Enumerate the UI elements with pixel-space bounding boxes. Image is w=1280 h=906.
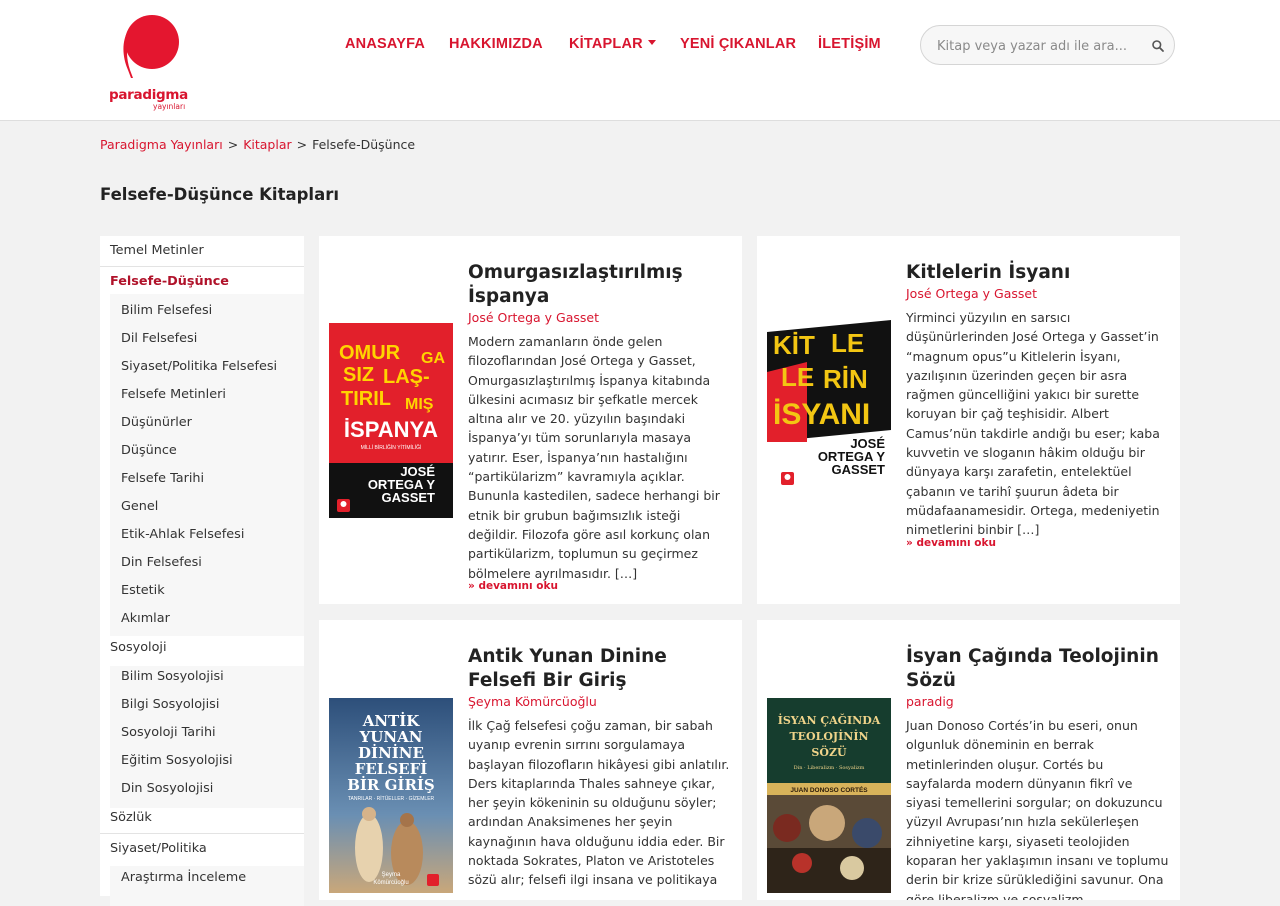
book-description: Modern zamanların önde gelen filozofları… [468, 334, 720, 581]
nav-contact[interactable]: İLETİŞİM [818, 36, 881, 52]
paradigma-logo[interactable]: paradigma yayınları [108, 8, 198, 112]
sidebar-item-din-sosyolojisi[interactable]: Din Sosyolojisi [100, 781, 304, 796]
cover-title-line: İSYANI [773, 398, 870, 431]
cover-title-line: MIŞ [405, 396, 434, 413]
sidebar-item-akimlar[interactable]: Akımlar [100, 611, 304, 626]
cover-subtitle: MİLLİ BİRLİĞİN YİTİMİLİĞİ [361, 444, 422, 451]
book-title[interactable]: Omurgasızlaştırılmış İspanya [468, 261, 733, 309]
sidebar-item-felsefe-metinleri[interactable]: Felsefe Metinleri [100, 387, 304, 402]
book-card: OMUR GA SIZ LAŞ- TIRIL MIŞ İSPANYA MİLLİ… [319, 236, 742, 604]
logo-subtitle: yayınları [153, 102, 186, 111]
book-author[interactable]: Şeyma Kömürcüoğlu [468, 694, 597, 709]
cover-title-line: LE [831, 328, 864, 358]
cover-subtitle: Din · Liberalizm · Sosyalizm [794, 765, 865, 771]
logo-mark-icon [123, 15, 179, 78]
cover-title-line: LE [781, 362, 814, 392]
sidebar-item-siyaset-felsefesi[interactable]: Siyaset/Politika Felsefesi [100, 359, 304, 374]
cover-title-line: RİN [823, 364, 868, 394]
cover-title-line: İSYAN ÇAĞINDA [778, 713, 881, 727]
sidebar-item-temel-metinler[interactable]: Temel Metinler [100, 243, 304, 258]
breadcrumb-separator: > [296, 137, 308, 152]
book-title[interactable]: İsyan Çağında Teolojinin Sözü [906, 645, 1171, 693]
sidebar-item-dil-felsefesi[interactable]: Dil Felsefesi [100, 331, 304, 346]
book-cover-art: OMUR GA SIZ LAŞ- TIRIL MIŞ İSPANYA MİLLİ… [329, 323, 453, 518]
book-card: İSYAN ÇAĞINDA TEOLOJİNİN SÖZÜ Din · Libe… [757, 620, 1180, 900]
cover-author: GASSET [832, 462, 886, 477]
breadcrumb-home[interactable]: Paradigma Yayınları [100, 137, 223, 152]
book-author[interactable]: paradig [906, 694, 954, 709]
cover-title-line: BİR GİRİŞ [347, 775, 435, 794]
search-box [920, 25, 1175, 65]
cover-subtitle: TANRILAR · RİTÜELLER · GİZEMLER [348, 795, 435, 802]
sidebar-item-siyaset-politika[interactable]: Siyaset/Politika [100, 841, 304, 856]
sidebar-item-bilim-sosyolojisi[interactable]: Bilim Sosyolojisi [100, 669, 304, 684]
cover-author: GASSET [382, 490, 436, 505]
book-cover-art: ANTİK YUNAN DİNİNE FELSEFİ BİR GİRİŞ TAN… [329, 698, 453, 893]
book-author[interactable]: José Ortega y Gasset [468, 310, 599, 325]
book-title[interactable]: Antik Yunan Dinine Felsefi Bir Giriş [468, 645, 733, 693]
breadcrumb: Paradigma Yayınları > Kitaplar > Felsefe-Düş… [100, 137, 415, 152]
sidebar-item-sozluk[interactable]: Sözlük [100, 810, 304, 825]
cover-title-line: GA [421, 350, 445, 367]
cover-title-line: İSPANYA [344, 417, 438, 442]
sidebar-item-sosyoloji[interactable]: Sosyoloji [100, 640, 304, 655]
book-description: İlk Çağ felsefesi çoğu zaman, bir sabah … [468, 718, 730, 888]
cover-title-line: OMUR [339, 342, 401, 364]
sidebar-item-felsefe-dusunce[interactable]: Felsefe-Düşünce [100, 274, 304, 289]
sidebar-item-dusunce[interactable]: Düşünce [100, 443, 304, 458]
nav-about[interactable]: HAKKIMIZDA [449, 36, 543, 52]
nav-home[interactable]: ANASAYFA [345, 36, 425, 52]
category-sidebar: Temel Metinler Felsefe-Düşünce Bilim Fel… [100, 236, 304, 906]
sidebar-item-egitim-sosyolojisi[interactable]: Eğitim Sosyolojisi [100, 753, 304, 768]
sidebar-item-dusunurler[interactable]: Düşünürler [100, 415, 304, 430]
book-card: KİT LE LE RİN İSYANI JOSÉ ORTEGA Y GASSE… [757, 236, 1180, 604]
breadcrumb-books[interactable]: Kitaplar [243, 137, 291, 152]
cover-title-line: TEOLOJİNİN [789, 729, 868, 743]
cover-title-line: LAŞ- [383, 366, 430, 388]
cover-author: Şeyma [382, 872, 401, 878]
read-more-link[interactable]: » devamını oku [468, 580, 558, 592]
site-header: paradigma yayınları ANASAYFA HAKKIMIZDA … [0, 0, 1280, 121]
sidebar-item-felsefe-tarihi[interactable]: Felsefe Tarihi [100, 471, 304, 486]
read-more-link[interactable]: » devamını oku [906, 537, 996, 549]
book-cover-art: İSYAN ÇAĞINDA TEOLOJİNİN SÖZÜ Din · Libe… [767, 698, 891, 893]
sidebar-item-genel[interactable]: Genel [100, 499, 304, 514]
book-card: ANTİK YUNAN DİNİNE FELSEFİ BİR GİRİŞ TAN… [319, 620, 742, 900]
nav-books-label: KİTAPLAR [569, 36, 643, 52]
book-description: Juan Donoso Cortés’in bu eseri, onun olg… [906, 718, 1169, 900]
sidebar-item-estetik[interactable]: Estetik [100, 583, 304, 598]
publisher-logo-icon [427, 874, 439, 886]
nav-books[interactable]: KİTAPLAR [569, 36, 656, 52]
sidebar-divider [100, 833, 304, 834]
book-title[interactable]: Kitlelerin İsyanı [906, 261, 1171, 285]
breadcrumb-current: Felsefe-Düşünce [312, 137, 416, 152]
book-cover-art: KİT LE LE RİN İSYANI JOSÉ ORTEGA Y GASSE… [767, 302, 891, 497]
cover-title-line: SÖZÜ [811, 745, 847, 759]
breadcrumb-separator: > [227, 137, 239, 152]
book-author[interactable]: José Ortega y Gasset [906, 286, 1037, 301]
logo-wordmark: paradigma [109, 87, 188, 103]
cover-title-line: SIZ [343, 364, 374, 386]
book-cover-image[interactable]: OMUR GA SIZ LAŞ- TIRIL MIŞ İSPANYA MİLLİ… [329, 323, 453, 518]
cover-author: JUAN DONOSO CORTÉS [790, 785, 868, 794]
book-cover-image[interactable]: KİT LE LE RİN İSYANI JOSÉ ORTEGA Y GASSE… [767, 302, 891, 497]
sidebar-item-bilgi-sosyolojisi[interactable]: Bilgi Sosyolojisi [100, 697, 304, 712]
book-description: Yirminci yüzyılın en sarsıcı düşünürleri… [906, 310, 1160, 538]
sidebar-item-bilim-felsefesi[interactable]: Bilim Felsefesi [100, 303, 304, 318]
search-input[interactable] [937, 36, 1137, 56]
search-icon[interactable] [1151, 39, 1165, 53]
book-cover-image[interactable]: ANTİK YUNAN DİNİNE FELSEFİ BİR GİRİŞ TAN… [329, 698, 453, 893]
cover-title-line: KİT [773, 330, 815, 360]
book-cover-image[interactable]: İSYAN ÇAĞINDA TEOLOJİNİN SÖZÜ Din · Libe… [767, 698, 891, 893]
sidebar-item-etik-ahlak[interactable]: Etik-Ahlak Felsefesi [100, 527, 304, 542]
sidebar-divider [100, 266, 304, 267]
page-title: Felsefe-Düşünce Kitapları [100, 185, 340, 204]
cover-title-line: TIRIL [341, 388, 391, 410]
caret-down-icon [647, 39, 656, 45]
sidebar-item-arastirma-inceleme[interactable]: Araştırma İnceleme [100, 870, 304, 885]
nav-new-releases[interactable]: YENİ ÇIKANLAR [680, 36, 796, 52]
sidebar-item-sosyoloji-tarihi[interactable]: Sosyoloji Tarihi [100, 725, 304, 740]
cover-author: Kömürcüoğlu [373, 880, 408, 886]
sidebar-item-din-felsefesi[interactable]: Din Felsefesi [100, 555, 304, 570]
